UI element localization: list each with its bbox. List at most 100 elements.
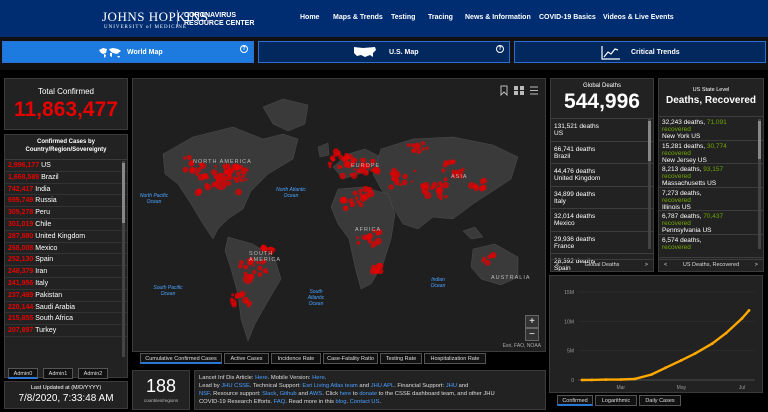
case-bubble[interactable] [402, 173, 408, 180]
here-link[interactable]: here [340, 391, 352, 397]
nav-home[interactable]: Home [300, 14, 319, 21]
nav-news[interactable]: News & Information [465, 14, 531, 21]
case-bubble[interactable] [416, 144, 420, 148]
confirmed-list[interactable]: 2,996,177 US 1,668,589 Brazil 742,417 Indi… [5, 160, 127, 337]
resource-center-title[interactable]: CORONAVIRUS RESOURCE CENTER [184, 12, 254, 28]
tab-cumulative-confirmed[interactable]: Cumulative Confirmed Cases [140, 353, 222, 364]
case-bubble[interactable] [356, 200, 361, 204]
case-bubble[interactable] [421, 141, 426, 146]
basemap-gallery-icon[interactable] [513, 83, 525, 95]
tab-admin1[interactable]: Admin1 [43, 368, 73, 379]
case-bubble[interactable] [229, 297, 234, 302]
help-icon[interactable]: ? [240, 45, 248, 53]
data-point[interactable] [740, 317, 744, 320]
case-bubble[interactable] [226, 171, 231, 176]
case-bubble[interactable] [481, 178, 485, 182]
list-item[interactable]: 699,749 Russia [5, 195, 127, 208]
tab-hospitalization-rate[interactable]: Hospitalization Rate [424, 353, 486, 364]
case-bubble[interactable] [234, 294, 239, 299]
scrollbar-thumb[interactable] [648, 121, 651, 161]
case-bubble[interactable] [444, 195, 448, 199]
case-bubble[interactable] [252, 269, 257, 275]
list-item[interactable]: 29,936 deaths France [551, 232, 653, 254]
case-bubble[interactable] [186, 154, 192, 160]
case-bubble[interactable] [393, 177, 400, 183]
data-point[interactable] [650, 373, 653, 376]
case-bubble[interactable] [413, 169, 417, 173]
case-bubble[interactable] [262, 268, 267, 273]
jhu-csse-link[interactable]: JHU CSSE [221, 383, 250, 389]
case-bubble[interactable] [238, 264, 243, 269]
case-bubble[interactable] [391, 172, 397, 178]
nsf-link[interactable]: NSF [199, 391, 210, 397]
help-icon[interactable]: ? [496, 45, 504, 53]
tab-incidence-rate[interactable]: Incidence Rate [271, 353, 321, 364]
tab-active-cases[interactable]: Active Cases [224, 353, 269, 364]
nav-tracing[interactable]: Tracing [428, 14, 453, 21]
list-item[interactable]: 268,008 Mexico [5, 243, 127, 255]
map-canvas[interactable] [133, 79, 546, 352]
list-item[interactable]: 6,787 deaths, 70,437 recovered Pennsylvani… [659, 211, 763, 235]
tab-admin2[interactable]: Admin2 [78, 368, 108, 379]
data-point[interactable] [633, 377, 637, 381]
case-bubble[interactable] [368, 233, 372, 238]
case-bubble[interactable] [343, 154, 350, 161]
data-point[interactable] [747, 309, 751, 312]
case-bubble[interactable] [356, 241, 361, 245]
case-bubble[interactable] [361, 157, 366, 163]
list-item[interactable]: 15,281 deaths, 30,774 recovered New Jersey… [659, 141, 763, 164]
blog-link[interactable]: blog [336, 399, 347, 405]
case-bubble[interactable] [328, 165, 332, 169]
case-bubble[interactable] [349, 173, 352, 176]
list-item[interactable]: 248,379 Iran [5, 266, 127, 278]
case-bubble[interactable] [352, 190, 358, 196]
list-item[interactable]: 742,417 India [5, 184, 127, 196]
nav-covid-basics[interactable]: COVID-19 Basics [539, 14, 596, 21]
list-item[interactable]: 309,278 Peru [5, 207, 127, 219]
github-link[interactable]: Github [280, 391, 297, 397]
list-item[interactable]: 2,996,177 US [5, 160, 127, 172]
case-bubble[interactable] [336, 152, 341, 157]
case-bubble[interactable] [332, 158, 336, 162]
case-bubble[interactable] [215, 178, 227, 190]
list-item[interactable]: 215,855 South Africa [5, 313, 127, 326]
case-bubble[interactable] [244, 265, 247, 269]
prev-arrow-icon[interactable]: < [664, 260, 667, 271]
tab-admin0[interactable]: Admin0 [8, 368, 38, 379]
case-bubble[interactable] [235, 188, 242, 196]
case-bubble[interactable] [443, 177, 448, 182]
case-bubble[interactable] [430, 185, 435, 190]
case-bubble[interactable] [243, 274, 253, 284]
case-bubble[interactable] [244, 300, 249, 304]
case-bubble[interactable] [370, 244, 374, 248]
confirmed-trend-chart[interactable]: 0 5M 10M 15M Mar May Jul [549, 275, 763, 393]
case-bubble[interactable] [333, 153, 338, 158]
list-item[interactable]: 8,213 deaths, 93,157 recovered Massachuset… [659, 164, 763, 188]
tab-confirmed[interactable]: Confirmed [557, 395, 593, 406]
case-bubble[interactable] [421, 185, 429, 193]
case-bubble[interactable] [362, 185, 370, 193]
case-bubble[interactable] [327, 161, 333, 166]
list-item[interactable]: 287,880 United Kingdom [5, 231, 127, 243]
case-bubble[interactable] [231, 302, 237, 308]
scrollbar-thumb[interactable] [758, 121, 761, 159]
case-bubble[interactable] [443, 160, 447, 164]
nav-maps-trends[interactable]: Maps & Trends [333, 14, 383, 21]
next-arrow-icon[interactable]: > [645, 260, 648, 271]
data-point[interactable] [590, 378, 594, 382]
case-bubble[interactable] [235, 171, 241, 176]
case-bubble[interactable] [436, 189, 440, 193]
jhu-link[interactable]: JHU [446, 383, 457, 389]
list-item[interactable]: 131,521 deaths US [551, 119, 653, 142]
case-bubble[interactable] [214, 175, 218, 179]
case-bubble[interactable] [484, 259, 491, 266]
tab-logarithmic[interactable]: Logarithmic [595, 395, 637, 406]
case-bubble[interactable] [202, 172, 209, 179]
data-point[interactable] [619, 378, 623, 381]
list-item[interactable]: 237,489 Pakistan [5, 290, 127, 302]
case-bubble[interactable] [339, 172, 346, 180]
list-item[interactable]: 207,897 Turkey [5, 325, 127, 337]
case-bubble[interactable] [257, 265, 263, 271]
list-item[interactable]: 6,574 deaths, recovered [659, 235, 763, 258]
tab-daily-cases[interactable]: Daily Cases [639, 395, 681, 406]
